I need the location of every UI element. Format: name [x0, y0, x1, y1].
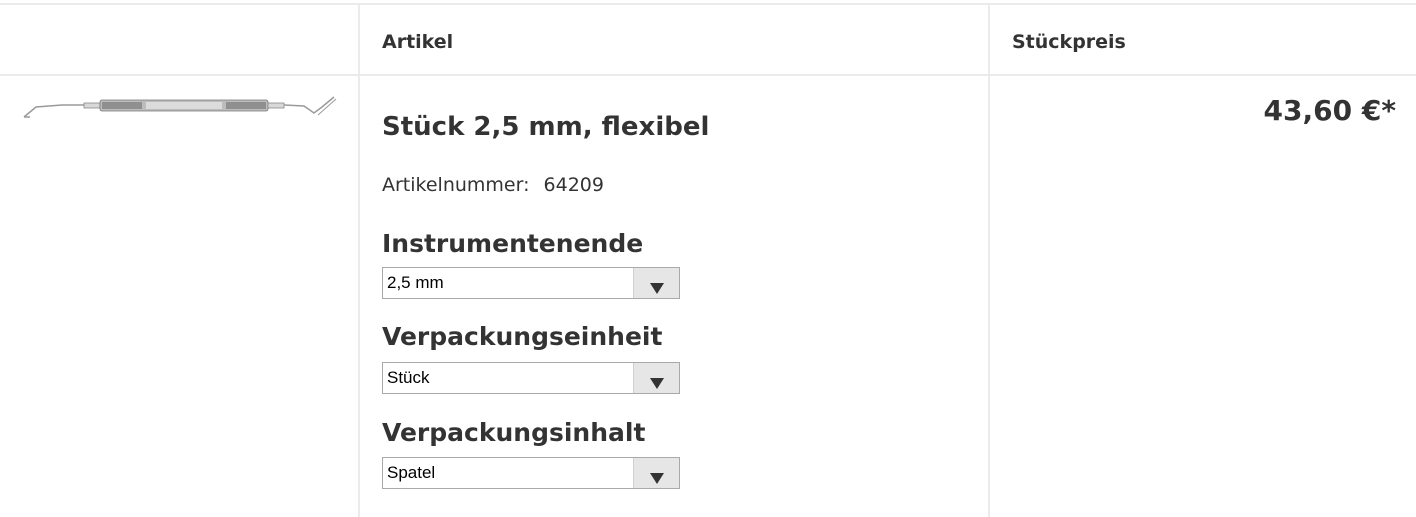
dropdown-button[interactable] — [633, 458, 679, 488]
col-divider-2 — [988, 3, 990, 517]
packaging-unit-select[interactable]: Stück — [382, 362, 680, 394]
product-table: Artikel Stückpreis Stück 2,5 mm, flexibe… — [0, 0, 1416, 517]
dropdown-button[interactable] — [633, 363, 679, 393]
unit-price: 43,60 €* — [1263, 94, 1396, 127]
article-number-label: Artikelnummer: — [382, 174, 530, 196]
table-top-border — [0, 3, 1416, 5]
packaging-content-select[interactable]: Spatel — [382, 457, 680, 489]
article-number-value: 64209 — [543, 174, 604, 196]
instrument-end-select[interactable]: 2,5 mm — [382, 267, 680, 299]
option-label-instrument-end: Instrumentenende — [382, 229, 644, 258]
chevron-down-icon — [650, 378, 664, 389]
header-article: Artikel — [382, 31, 454, 53]
product-title[interactable]: Stück 2,5 mm, flexibel — [382, 110, 709, 144]
option-label-packaging-unit: Verpackungseinheit — [382, 322, 663, 351]
chevron-down-icon — [650, 283, 664, 294]
packaging-content-selected-value: Spatel — [387, 463, 436, 482]
chevron-down-icon — [650, 473, 664, 484]
packaging-unit-selected-value: Stück — [387, 368, 430, 387]
col-divider-1 — [358, 3, 360, 517]
article-number-row: Artikelnummer: 64209 — [382, 172, 604, 198]
header-unit-price: Stückpreis — [1012, 31, 1126, 53]
instrument-end-selected-value: 2,5 mm — [387, 273, 444, 292]
option-label-packaging-content: Verpackungsinhalt — [382, 418, 646, 447]
dropdown-button[interactable] — [633, 268, 679, 298]
dental-instrument-image[interactable] — [22, 95, 340, 125]
header-bottom-border — [0, 74, 1416, 76]
